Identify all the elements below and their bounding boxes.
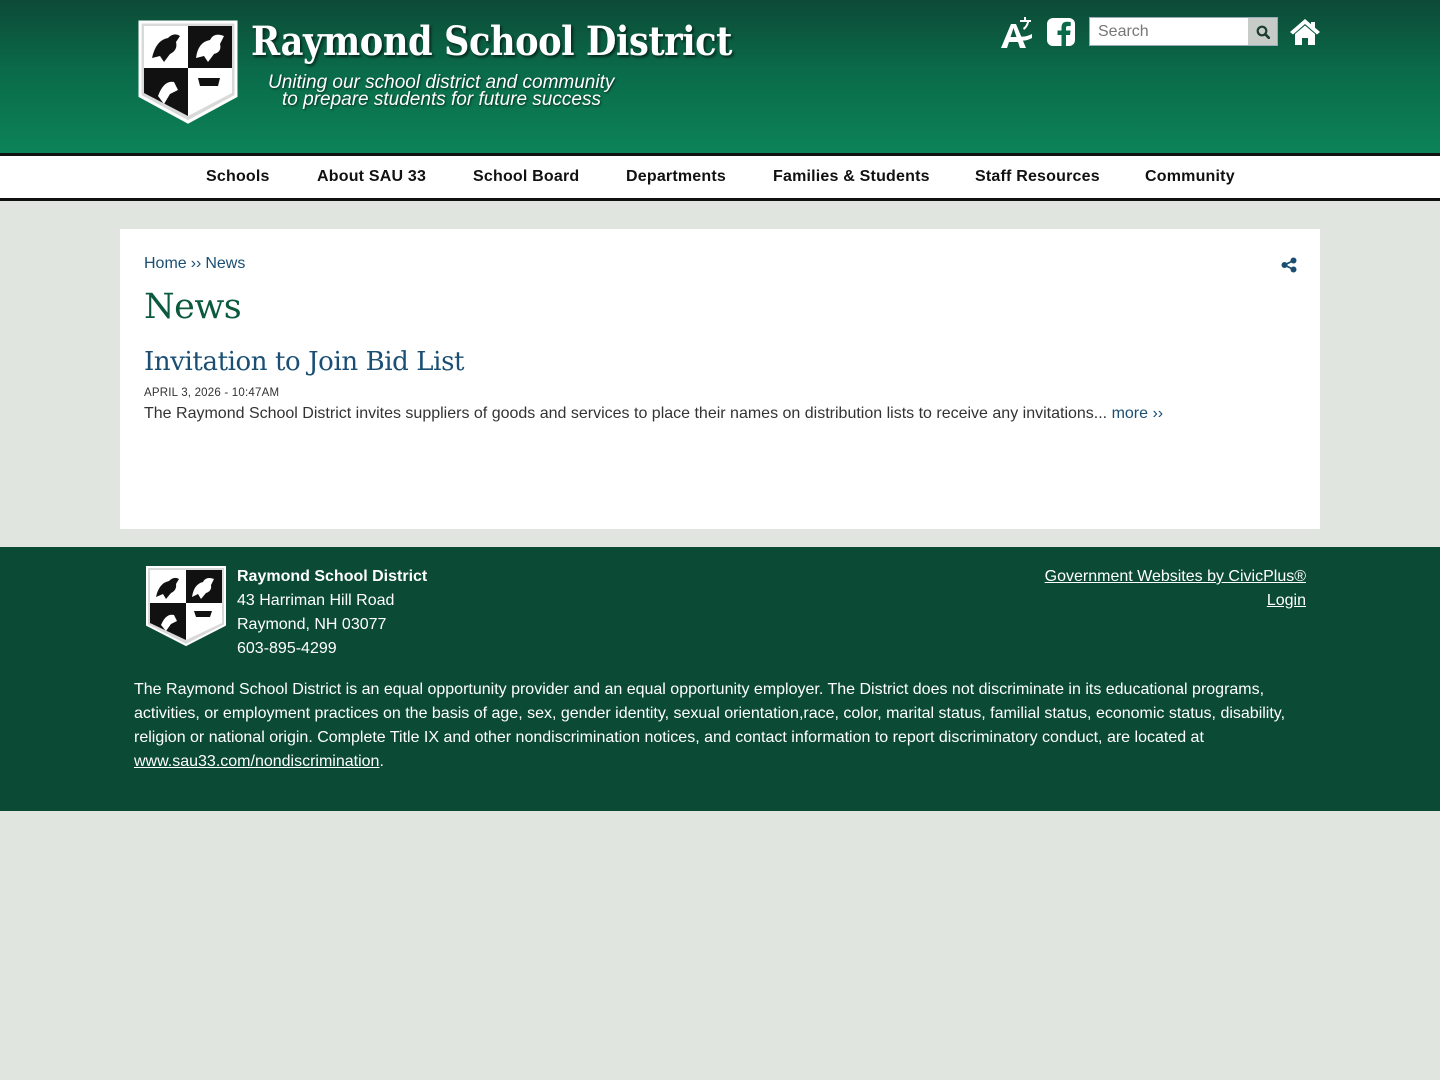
tagline-line-2: to prepare students for future success	[282, 89, 601, 110]
footer-district-name: Raymond School District	[237, 568, 428, 585]
news-item-date: APRIL 3, 2026 - 10:47AM	[144, 387, 280, 399]
site-header: Raymond School District Uniting our scho…	[0, 0, 1440, 153]
footer-phone: 603-895-4299	[237, 640, 337, 657]
login-link[interactable]: Login	[1045, 589, 1306, 613]
nav-item-staff-resources[interactable]: Staff Resources	[975, 156, 1100, 198]
civicplus-link[interactable]: Government Websites by CivicPlus®	[1045, 565, 1306, 589]
news-item-summary-text: The Raymond School District invites supp…	[144, 405, 1108, 422]
nav-item-departments[interactable]: Departments	[626, 156, 726, 198]
news-item-title-link[interactable]: Invitation to Join Bid List	[144, 347, 464, 377]
nav-item-schools[interactable]: Schools	[206, 156, 270, 198]
breadcrumb-news-link[interactable]: News	[205, 255, 245, 272]
footer-address-line-2: Raymond, NH 03077	[237, 616, 387, 633]
footer-address: Raymond School District 43 Harriman Hill…	[237, 565, 427, 661]
notice-end: .	[379, 753, 384, 770]
facebook-icon[interactable]	[1046, 17, 1076, 47]
news-item-summary: The Raymond School District invites supp…	[144, 405, 1294, 423]
breadcrumb-separator: ››	[190, 255, 202, 272]
news-item-more-link[interactable]: more ››	[1112, 405, 1164, 422]
home-icon[interactable]	[1289, 17, 1321, 47]
translate-icon[interactable]	[998, 16, 1034, 52]
footer-address-line-1: 43 Harriman Hill Road	[237, 592, 395, 609]
nondiscrimination-notice: The Raymond School District is an equal …	[134, 678, 1306, 774]
site-footer: Raymond School District 43 Harriman Hill…	[0, 547, 1440, 811]
footer-links: Government Websites by CivicPlus® Login	[1045, 565, 1306, 613]
page-title: News	[144, 287, 242, 327]
content-card: Home ›› News News Invitation to Join Bid L…	[120, 229, 1320, 529]
nav-item-school-board[interactable]: School Board	[473, 156, 579, 198]
nav-item-community[interactable]: Community	[1145, 156, 1235, 198]
breadcrumb-home-link[interactable]: Home	[144, 255, 187, 272]
district-crest-logo[interactable]	[134, 18, 242, 126]
site-tagline: Uniting our school district and communit…	[268, 73, 668, 110]
share-icon[interactable]	[1281, 257, 1297, 273]
main-navigation: Schools About SAU 33 School Board Depart…	[0, 153, 1440, 201]
footer-crest-logo	[146, 566, 226, 647]
site-title[interactable]: Raymond School District	[251, 18, 732, 65]
nondiscrimination-link[interactable]: www.sau33.com/nondiscrimination	[134, 753, 379, 770]
search-input[interactable]	[1090, 18, 1248, 45]
search-icon	[1256, 25, 1270, 39]
breadcrumb: Home ›› News	[144, 255, 245, 273]
search-button[interactable]	[1248, 18, 1277, 45]
search-box	[1089, 17, 1278, 46]
notice-text: The Raymond School District is an equal …	[134, 681, 1286, 746]
nav-item-families-students[interactable]: Families & Students	[773, 156, 930, 198]
nav-item-about-sau-33[interactable]: About SAU 33	[317, 156, 426, 198]
